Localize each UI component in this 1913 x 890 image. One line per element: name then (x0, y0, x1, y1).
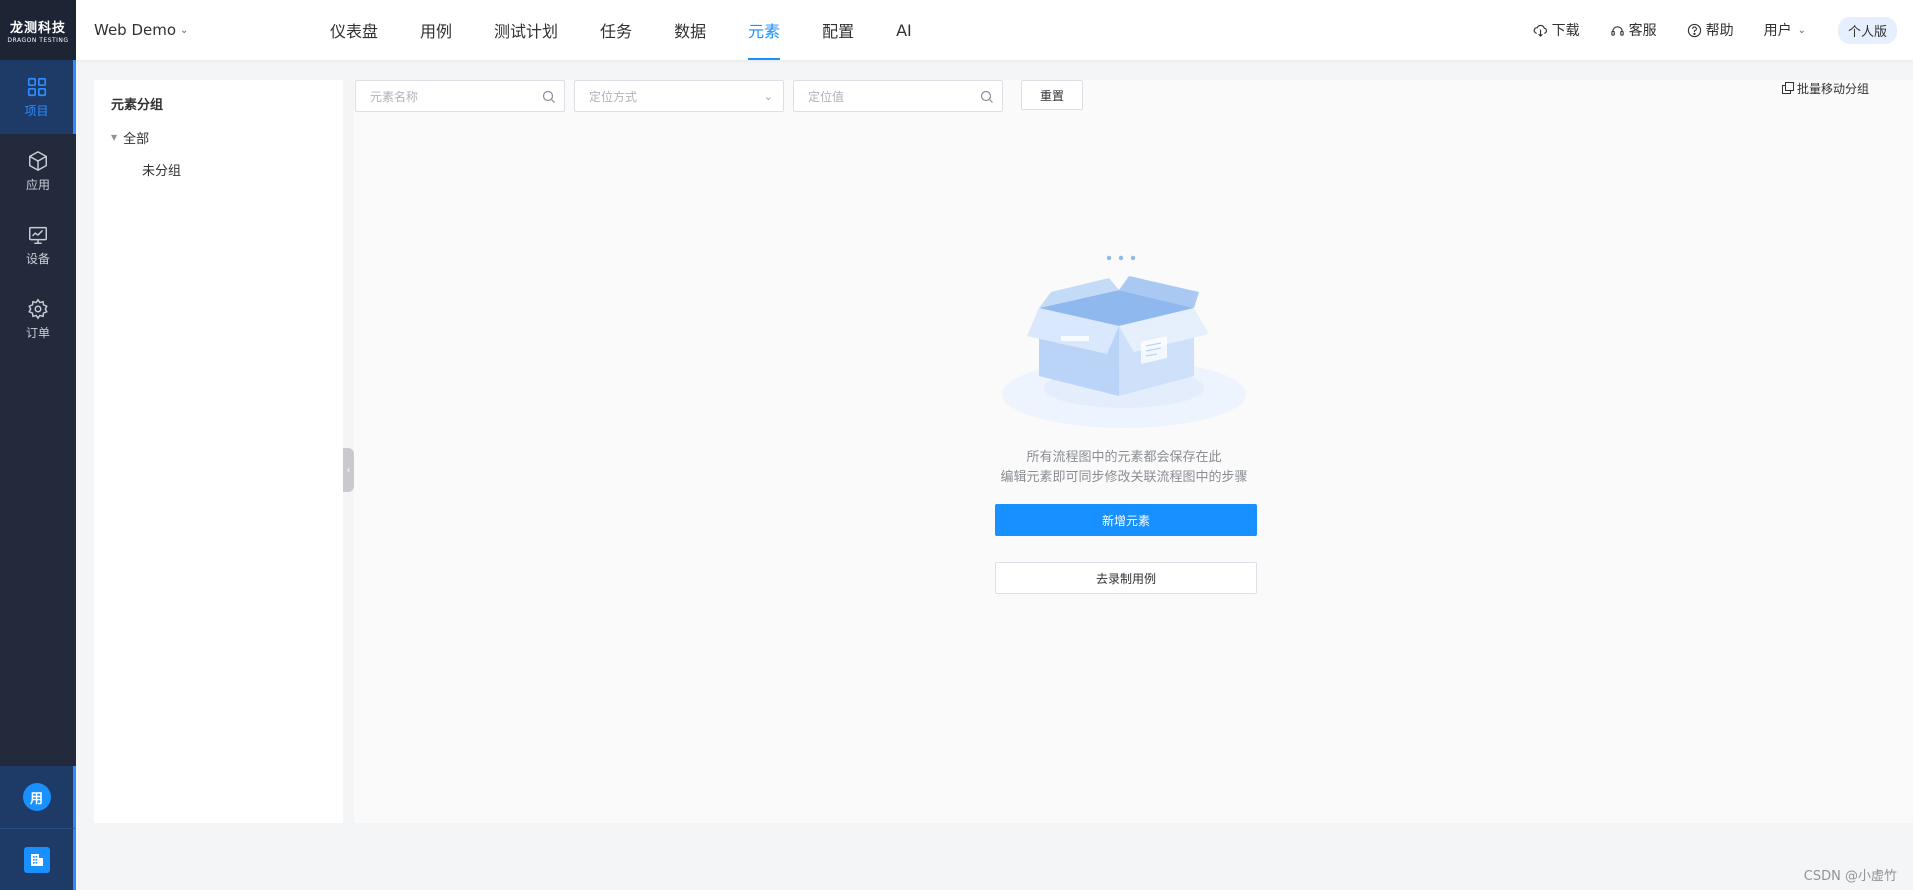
group-panel-title: 元素分组 (111, 98, 164, 113)
record-case-button[interactable]: 去录制用例 (995, 562, 1257, 594)
tree-node-label: 全部 (123, 132, 150, 147)
nav-dashboard[interactable]: 仪表盘 (330, 0, 378, 60)
nav-config[interactable]: 配置 (822, 0, 854, 60)
project-selector[interactable]: Web Demo ⌄ (94, 0, 188, 60)
service-label: 客服 (1628, 23, 1657, 39)
header-tools: 下载 客服 帮助 用户 ⌄ 个人版 (1503, 0, 1897, 60)
user-menu[interactable]: 用户 ⌄ (1764, 20, 1806, 40)
headset-icon (1610, 25, 1624, 36)
search-icon[interactable] (980, 90, 994, 104)
watermark: CSDN @小虚竹 (1803, 869, 1897, 884)
empty-line-2: 编辑元素即可同步修改关联流程图中的步骤 (1000, 470, 1248, 485)
edition-badge[interactable]: 个人版 (1837, 16, 1897, 44)
top-bar: Web Demo ⌄ 仪表盘 用例 测试计划 任务 数据 元素 配置 AI 下载… (76, 0, 1913, 60)
locate-value-search[interactable]: 定位值 (793, 80, 1003, 112)
tree-node-all[interactable]: ▼ 全部 (111, 128, 149, 147)
locate-method-select[interactable]: 定位方式 ⌄ (574, 80, 784, 112)
organization-button[interactable] (0, 828, 76, 890)
batch-move-group-button[interactable]: 批量移动分组 (1781, 80, 1869, 96)
tree-node-ungrouped[interactable]: 未分组 (142, 160, 181, 179)
building-icon (23, 846, 50, 873)
chevron-left-icon: ‹ (346, 464, 351, 476)
project-name: Web Demo (94, 21, 177, 39)
help-button[interactable]: 帮助 (1687, 20, 1734, 40)
element-name-placeholder: 元素名称 (370, 89, 419, 104)
nav-tasks[interactable]: 任务 (600, 0, 632, 60)
main-content: 元素名称 定位方式 ⌄ 定位值 重置 批量移动分组 所有流程图中的元素都会保存在… (354, 80, 1913, 823)
left-rail: 龙测科技 DRAGON TESTING 项目 应用 设备 订单 用 (0, 0, 76, 890)
logo-text-en: DRAGON TESTING (7, 36, 69, 44)
rail-item-label: 设备 (25, 251, 50, 266)
rail-item-label: 项目 (24, 103, 49, 118)
main-nav: 仪表盘 用例 测试计划 任务 数据 元素 配置 AI (330, 0, 954, 60)
chevron-down-icon: ⌄ (763, 90, 773, 103)
nav-ai[interactable]: AI (896, 0, 912, 60)
user-avatar-button[interactable]: 用 (0, 766, 76, 828)
user-label: 用户 (1763, 23, 1792, 39)
chevron-down-icon: ⌄ (1797, 24, 1806, 36)
download-label: 下载 (1551, 23, 1580, 39)
cloud-download-icon (1533, 24, 1547, 37)
locate-method-placeholder: 定位方式 (589, 89, 638, 104)
rail-item-project[interactable]: 项目 (0, 60, 76, 134)
rail-item-app[interactable]: 应用 (0, 134, 76, 208)
rail-item-label: 订单 (25, 325, 50, 340)
nav-elements[interactable]: 元素 (748, 0, 781, 60)
element-name-search[interactable]: 元素名称 (355, 80, 565, 112)
nav-test-plan[interactable]: 测试计划 (494, 0, 558, 60)
collapse-panel-handle[interactable]: ‹ (343, 448, 354, 492)
rail-item-order[interactable]: 订单 (0, 282, 76, 356)
rail-item-device[interactable]: 设备 (0, 208, 76, 282)
brand-logo[interactable]: 龙测科技 DRAGON TESTING (0, 0, 76, 60)
avatar: 用 (22, 783, 51, 811)
nav-data[interactable]: 数据 (674, 0, 706, 60)
grid-icon (27, 77, 46, 96)
logo-text-cn: 龙测科技 (9, 20, 66, 36)
help-label: 帮助 (1705, 23, 1734, 39)
download-button[interactable]: 下载 (1533, 20, 1580, 40)
search-icon[interactable] (542, 90, 556, 104)
caret-down-icon[interactable]: ▼ (111, 133, 117, 142)
gear-icon (28, 298, 48, 319)
empty-state-text: 所有流程图中的元素都会保存在此 编辑元素即可同步修改关联流程图中的步骤 (924, 448, 1324, 488)
monitor-icon (29, 226, 47, 244)
locate-value-placeholder: 定位值 (808, 89, 845, 104)
rail-item-label: 应用 (25, 177, 50, 192)
rail-bottom: 用 (0, 766, 76, 890)
element-group-panel: 元素分组 ▼ 全部 未分组 (94, 80, 343, 823)
nav-cases[interactable]: 用例 (420, 0, 452, 60)
add-element-button[interactable]: 新增元素 (995, 504, 1257, 536)
batch-move-label: 批量移动分组 (1796, 81, 1869, 96)
chevron-down-icon: ⌄ (180, 24, 189, 36)
empty-box-illustration (1002, 255, 1246, 428)
reset-button[interactable]: 重置 (1021, 80, 1083, 110)
cube-icon (29, 150, 47, 171)
empty-line-1: 所有流程图中的元素都会保存在此 (1026, 450, 1222, 465)
question-circle-icon (1687, 23, 1701, 37)
customer-service-button[interactable]: 客服 (1610, 20, 1657, 40)
copy-icon (1781, 82, 1794, 94)
